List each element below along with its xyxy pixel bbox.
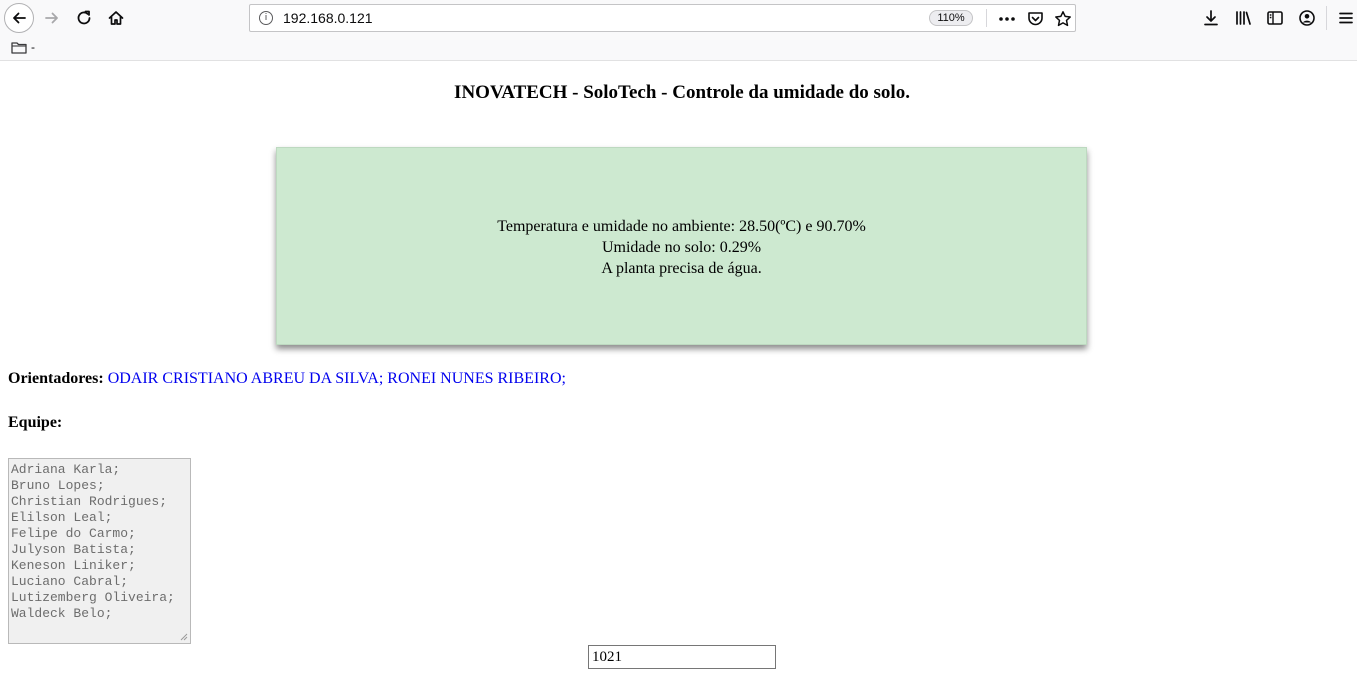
reload-button[interactable] — [70, 4, 98, 32]
hamburger-menu-icon — [1339, 12, 1353, 24]
library-icon — [1236, 11, 1251, 25]
team-member: Adriana Karla; — [11, 462, 121, 477]
back-arrow-icon — [13, 12, 26, 24]
bookmark-star-icon[interactable] — [1052, 8, 1074, 30]
team-member: Waldeck Belo; — [11, 606, 113, 621]
advisors-names: ODAIR CRISTIANO ABREU DA SILVA; RONEI NU… — [107, 370, 566, 387]
url-text[interactable]: 192.168.0.121 — [283, 10, 373, 26]
bookmarks-toolbar — [0, 36, 1357, 61]
plant-status-message: A planta precisa de água. — [601, 260, 762, 277]
team-member: Christian Rodrigues; — [11, 494, 168, 509]
folder-icon[interactable] — [11, 41, 27, 54]
reload-icon — [77, 10, 91, 25]
home-icon — [108, 11, 124, 25]
team-member: Elilson Leal; — [11, 510, 113, 525]
address-bar-divider — [986, 9, 987, 27]
team-member: Felipe do Carmo; — [11, 526, 136, 541]
sidebar-button[interactable] — [1261, 4, 1289, 32]
site-info-icon[interactable]: i — [259, 11, 273, 25]
zoom-level-badge[interactable]: 110% — [929, 10, 973, 26]
toolbar-divider — [1326, 6, 1327, 30]
team-member: Bruno Lopes; — [11, 478, 105, 493]
forward-button[interactable] — [38, 4, 66, 32]
team-member: Julyson Batista; — [11, 542, 136, 557]
advisors-line: Orientadores: ODAIR CRISTIANO ABREU DA S… — [8, 370, 566, 388]
library-button[interactable] — [1229, 4, 1257, 32]
status-lines: Temperatura e umidade no ambiente: 28.50… — [277, 216, 1086, 279]
advisors-label: Orientadores: — [8, 370, 104, 387]
bookmark-folder-label[interactable]: - — [31, 40, 35, 54]
main-menu-button[interactable] — [1332, 4, 1357, 32]
team-list-textarea[interactable]: Adriana Karla; Bruno Lopes; Christian Ro… — [8, 458, 191, 644]
account-button[interactable] — [1293, 4, 1321, 32]
page-title: INOVATECH - SoloTech - Controle da umida… — [454, 82, 910, 103]
sensor-value-field[interactable]: 1021 — [588, 645, 776, 669]
team-label: Equipe: — [8, 414, 63, 431]
download-icon — [1204, 10, 1218, 26]
address-bar[interactable]: i 192.168.0.121 110% — [249, 4, 1076, 32]
home-button[interactable] — [102, 4, 130, 32]
status-panel: Temperatura e umidade no ambiente: 28.50… — [276, 147, 1087, 345]
pocket-icon[interactable] — [1024, 8, 1046, 30]
resize-grip-icon[interactable] — [180, 633, 188, 641]
sidebar-icon — [1267, 11, 1283, 25]
downloads-button[interactable] — [1197, 4, 1225, 32]
team-member: Lutizemberg Oliveira; — [11, 590, 175, 605]
account-icon — [1299, 10, 1315, 26]
browser-toolbar: i 192.168.0.121 110% — [0, 0, 1357, 36]
team-member: Luciano Cabral; — [11, 574, 129, 589]
ambient-reading: Temperatura e umidade no ambiente: 28.50… — [497, 218, 866, 235]
more-actions-icon[interactable] — [996, 8, 1018, 30]
team-member: Keneson Liniker; — [11, 558, 136, 573]
soil-moisture-reading: Umidade no solo: 0.29% — [601, 239, 762, 256]
back-button[interactable] — [4, 3, 34, 33]
forward-arrow-icon — [45, 12, 58, 24]
